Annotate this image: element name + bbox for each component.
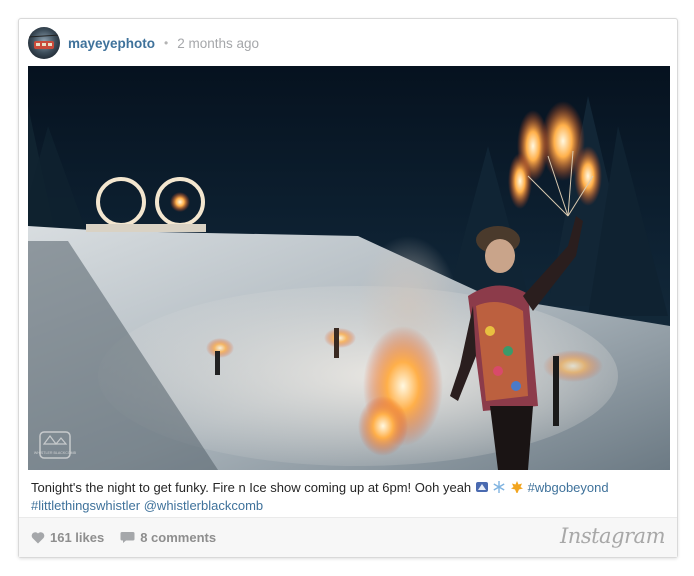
snowflake-emoji: [493, 481, 505, 493]
separator-dot: •: [164, 36, 169, 50]
heart-icon: [31, 532, 45, 544]
post-footer: 161 likes 8 comments Instagram: [19, 517, 677, 557]
mountain-cablecar-emoji: [475, 482, 488, 492]
instagram-embed-card: mayeyephoto • 2 months ago WHISTLER BLAC…: [18, 18, 678, 558]
maple-leaf-emoji: [511, 481, 524, 493]
username-link[interactable]: mayeyephoto: [68, 36, 155, 51]
instagram-logo[interactable]: Instagram: [560, 524, 665, 548]
hashtag-wbgobeyond[interactable]: #wbgobeyond: [528, 480, 609, 495]
likes-count: 161 likes: [50, 530, 105, 545]
watermark-logo: WHISTLER BLACKCOMB: [34, 451, 77, 455]
post-photo[interactable]: WHISTLER BLACKCOMB: [28, 66, 670, 470]
post-header: mayeyephoto • 2 months ago: [28, 26, 259, 60]
comments-count: 8 comments: [140, 530, 217, 545]
avatar[interactable]: [28, 27, 60, 59]
mention-whistlerblackcomb[interactable]: @whistlerblackcomb: [144, 498, 263, 513]
caption-text: Tonight's the night to get funky. Fire n…: [31, 480, 475, 495]
post-caption: Tonight's the night to get funky. Fire n…: [31, 479, 667, 515]
comments-stat[interactable]: 8 comments: [120, 530, 216, 545]
comment-icon: [120, 532, 135, 543]
hashtag-littlethingswhistler[interactable]: #littlethingswhistler: [31, 498, 140, 513]
post-timestamp[interactable]: 2 months ago: [177, 36, 259, 51]
likes-stat[interactable]: 161 likes: [31, 530, 104, 545]
